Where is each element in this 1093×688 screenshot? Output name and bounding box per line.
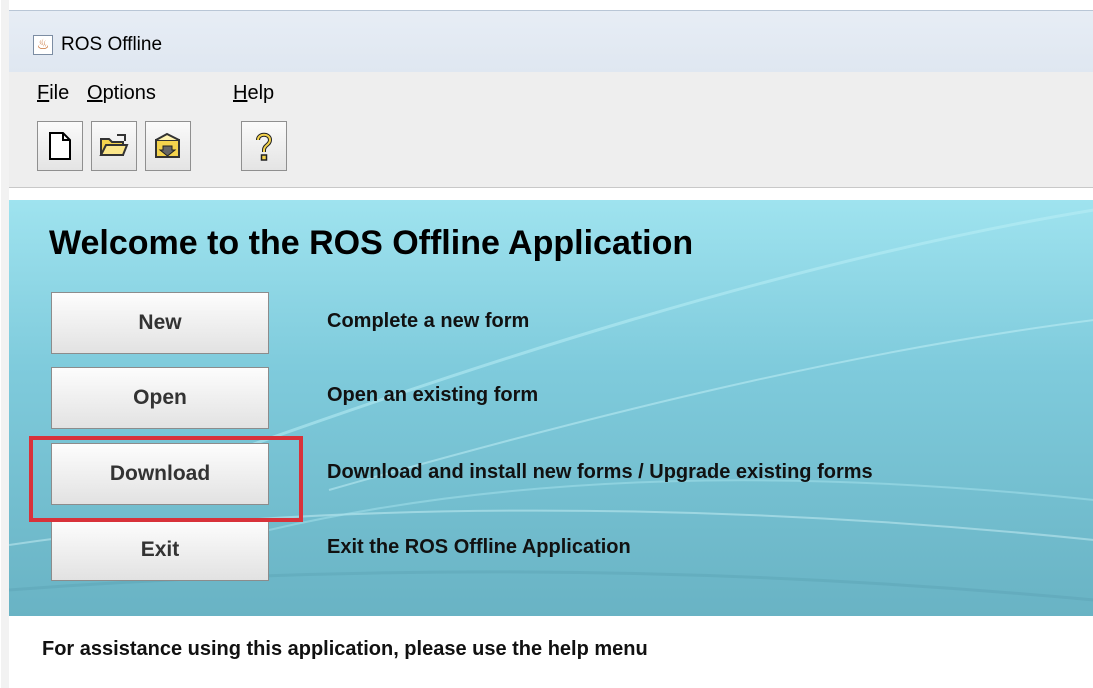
open-folder-icon [99, 134, 129, 156]
status-help-text: For assistance using this application, p… [42, 638, 648, 660]
download-highlight-box [29, 436, 303, 522]
menu-options-label: ptions [102, 82, 156, 104]
open-button[interactable]: Open [51, 367, 269, 429]
menu-help-label: elp [247, 82, 275, 104]
status-bar: For assistance using this application, p… [9, 616, 1093, 688]
exit-description: Exit the ROS Offline Application [327, 536, 631, 558]
new-document-button[interactable] [37, 121, 83, 171]
open-form-button[interactable] [91, 121, 137, 171]
new-button[interactable]: New [51, 292, 269, 354]
new-description: Complete a new form [327, 310, 530, 332]
app-window: ♨ ROS Offline File Options Help Welcome … [1, 0, 1093, 688]
menu-file-label: ile [49, 82, 70, 104]
java-coffee-icon: ♨ [33, 35, 53, 55]
menu-file-mnemonic: F [37, 82, 50, 104]
menu-options-mnemonic: O [87, 82, 103, 104]
new-document-icon [49, 132, 71, 160]
title-bar[interactable]: ♨ ROS Offline [9, 10, 1093, 72]
menu-bar: File Options Help [9, 72, 1093, 118]
download-form-icon [155, 132, 180, 158]
welcome-panel: Welcome to the ROS Offline Application N… [9, 200, 1093, 616]
window-title: ROS Offline [61, 34, 163, 55]
window-top-edge [9, 0, 1093, 10]
help-icon [256, 132, 273, 161]
menu-options[interactable]: Options [87, 82, 156, 105]
menu-help-mnemonic: H [233, 82, 248, 104]
toolbar [9, 118, 1093, 188]
exit-button[interactable]: Exit [51, 519, 269, 581]
download-forms-button[interactable] [145, 121, 191, 171]
menu-help[interactable]: Help [233, 82, 274, 105]
menu-file[interactable]: File [37, 82, 69, 105]
welcome-heading: Welcome to the ROS Offline Application [49, 224, 694, 262]
download-description: Download and install new forms / Upgrade… [327, 461, 873, 483]
help-button[interactable] [241, 121, 287, 171]
open-description: Open an existing form [327, 384, 539, 406]
